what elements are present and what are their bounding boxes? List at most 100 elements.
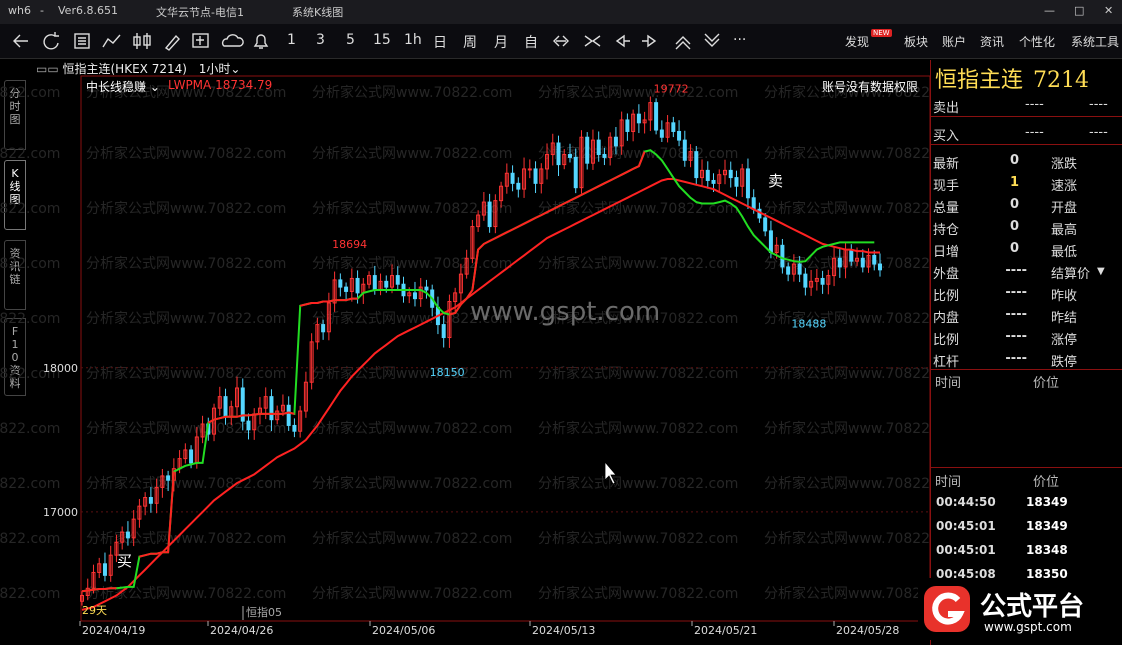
x-tick-label: 2024/04/19	[82, 624, 145, 637]
candle-body	[596, 139, 601, 156]
watermark-text: 分析家公式网www.70822.com	[764, 585, 930, 602]
x-tick-label: 2024/05/06	[372, 624, 435, 637]
menu-personalize[interactable]: 个性化	[1019, 33, 1055, 50]
close-button[interactable]: ✕	[1104, 4, 1113, 17]
quote-row: 比例 ---- 昨收	[933, 282, 1119, 304]
logo-name: 公式平台	[980, 592, 1085, 622]
candle-body	[613, 136, 618, 147]
y-tick-label: 17000	[43, 506, 78, 519]
divider-4	[930, 467, 1122, 468]
watermark-text: 分析家公式网www.70822.com	[764, 530, 930, 547]
candle-body	[659, 129, 664, 138]
x-tick-label: 2024/05/21	[694, 624, 757, 637]
maximize-button[interactable]: □	[1074, 4, 1084, 17]
candle-body	[751, 197, 756, 210]
quote-row: 外盘 ---- 结算价	[933, 260, 1119, 282]
candle-body	[344, 286, 349, 292]
quote-label: 总量	[933, 201, 960, 216]
candle-body	[395, 275, 400, 285]
watermark-text: 分析家公式网www.70822.com	[86, 475, 286, 492]
candle-body	[189, 449, 194, 464]
quote-value: 0	[1009, 241, 1019, 256]
logo-url: www.gspt.com	[984, 620, 1072, 634]
candle-body	[516, 182, 521, 190]
days-label: 29天	[82, 604, 107, 617]
candle-body	[797, 263, 802, 275]
indicator-selector[interactable]: 中长线稳赚 ⌄	[86, 78, 160, 95]
trade-price-header: 价位	[1033, 475, 1060, 490]
quote-value: ----	[1005, 329, 1027, 344]
quote-panel: 恒指主连 7214 卖出 ---- ---- 买入 ---- ---- 时间 价位…	[930, 60, 1122, 645]
candle-body	[573, 156, 578, 189]
watermark-text: 分析家公式网www.70822.com	[0, 84, 60, 101]
tick-time-header: 时间	[935, 376, 962, 391]
menu-account[interactable]: 账户	[942, 33, 966, 50]
candle-body	[602, 154, 607, 158]
menu-news[interactable]: 资讯	[980, 33, 1004, 50]
buy-label: 买入	[933, 129, 960, 144]
candle-body	[849, 249, 854, 262]
sell-signal-label: 卖	[768, 172, 783, 190]
x-tick-label: 2024/05/13	[532, 624, 595, 637]
candle-body	[878, 263, 882, 271]
watermark-text: 分析家公式网www.70822.com	[0, 310, 60, 327]
watermark-text: 分析家公式网www.70822.com	[312, 530, 512, 547]
watermark-text: 分析家公式网www.70822.com	[538, 585, 738, 602]
trade-time: 00:45:01	[936, 519, 996, 533]
candle-body	[636, 113, 641, 124]
candle-body	[166, 475, 171, 481]
candle-body	[872, 254, 877, 265]
minimize-button[interactable]: —	[1044, 4, 1055, 17]
watermark-text: 分析家公式网www.70822.com	[538, 255, 738, 272]
watermark-text: 分析家公式网www.70822.com	[538, 420, 738, 437]
candle-body	[768, 230, 773, 254]
kline-chart[interactable]: 分析家公式网www.70822.com 分析家公式网www.70822.com 分析…	[0, 0, 930, 645]
watermark-text: 分析家公式网www.70822.com	[538, 145, 738, 162]
watermark-text: 分析家公式网www.70822.com	[86, 145, 286, 162]
candles-layer	[80, 96, 882, 606]
quote-value: ----	[1005, 263, 1027, 278]
divider-1	[930, 116, 1122, 117]
buy-price: ----	[1025, 125, 1044, 140]
indicator-chevron-icon[interactable]: ⌄	[146, 80, 160, 94]
candle-body	[585, 136, 590, 164]
quote-row: 最新 0 涨跌	[933, 150, 1119, 172]
buy-signal-label: 买	[117, 552, 132, 570]
quote-value: 0	[1009, 219, 1019, 234]
sell-row: 卖出 ---- ----	[933, 94, 1119, 116]
quote-name: 恒指主连	[935, 68, 1024, 93]
sell-volume: ----	[1089, 97, 1108, 112]
quote-value: ----	[1005, 351, 1027, 366]
watermark-text: 分析家公式网www.70822.com	[312, 420, 512, 437]
chart-menu-icon[interactable]: ▭▭	[36, 62, 63, 76]
candle-body	[527, 168, 532, 171]
menu-system-tools[interactable]: 系统工具	[1071, 33, 1119, 50]
center-watermark: www.gspt.com	[470, 297, 660, 327]
chevron-down-icon[interactable]: ⌄	[230, 62, 240, 76]
trade-time: 00:44:50	[936, 495, 996, 509]
divider-2	[930, 144, 1122, 145]
quote-value: ----	[1005, 307, 1027, 322]
trade-price: 18348	[1026, 543, 1068, 557]
candle-body	[705, 169, 710, 181]
watermark-text: 分析家公式网www.70822.com	[0, 585, 60, 602]
y-tick-label: 18000	[43, 362, 78, 375]
quote-label-right: 速涨	[1051, 179, 1078, 194]
quote-label: 持仓	[933, 223, 960, 238]
trade-time-header: 时间	[935, 475, 962, 490]
settlement-dropdown-icon[interactable]: ▼	[1097, 266, 1105, 277]
candle-body	[837, 257, 842, 268]
watermark-text: 分析家公式网www.70822.com	[86, 420, 286, 437]
tick-price-header: 价位	[1033, 376, 1060, 391]
watermark-text: 分析家公式网www.70822.com	[538, 84, 738, 101]
quote-value: ----	[1005, 285, 1027, 300]
candle-body	[286, 404, 291, 426]
chart-title[interactable]: ▭▭ 恒指主连(HKEX 7214) 1小时⌄	[36, 60, 240, 77]
candle-body	[556, 142, 561, 166]
chart-period[interactable]: 1小时	[199, 62, 231, 76]
trade-price: 18349	[1026, 519, 1068, 533]
quote-row: 内盘 ---- 昨结	[933, 304, 1119, 326]
candle-body	[372, 275, 377, 291]
watermark-text: 分析家公式网www.70822.com	[0, 145, 60, 162]
candle-body	[338, 279, 343, 288]
